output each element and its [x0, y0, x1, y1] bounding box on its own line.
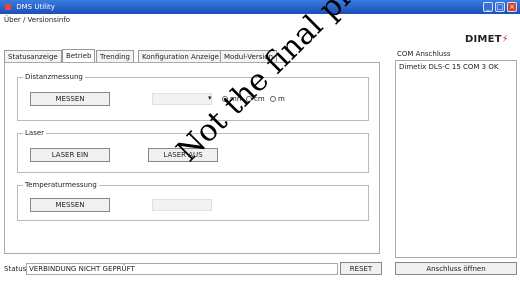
com-port-value: Dimetix DLS-C 15 COM 3 OK [399, 63, 499, 71]
minimize-button[interactable]: _ [483, 2, 493, 12]
status-label: Status [4, 265, 27, 273]
radio-m[interactable] [270, 96, 276, 102]
unit-radio-group: mm cm m [222, 95, 322, 104]
distance-group: Distanzmessung MESSEN ▾ mm cm m [17, 73, 369, 121]
com-label: COM Anschluss [397, 50, 451, 58]
menu-item-about[interactable]: Über / Versionsinfo [0, 16, 70, 24]
radio-m-label: m [278, 95, 285, 103]
title-bar: DMS Utility [0, 0, 520, 14]
radio-cm[interactable] [246, 96, 252, 102]
distance-value-field [152, 93, 212, 105]
radio-mm-label: mm [230, 95, 244, 103]
temperature-measure-button[interactable]: MESSEN [30, 198, 110, 212]
status-bar: Status VERBINDUNG NICHT GEPRÜFT RESET An… [0, 262, 520, 276]
temperature-group-title: Temperaturmessung [23, 181, 99, 189]
com-port-box[interactable]: Dimetix DLS-C 15 COM 3 OK [395, 60, 517, 258]
maximize-button[interactable]: □ [495, 2, 505, 12]
distance-measure-button[interactable]: MESSEN [30, 92, 110, 106]
radio-mm[interactable] [222, 96, 228, 102]
distance-group-title: Distanzmessung [23, 73, 85, 81]
chevron-down-icon[interactable]: ▾ [208, 94, 212, 102]
temperature-group: Temperaturmessung MESSEN [17, 181, 369, 221]
logo-text: DIMET [465, 34, 502, 45]
reset-button[interactable]: RESET [340, 262, 382, 275]
connect-button[interactable]: Anschluss öffnen [395, 262, 517, 275]
app-icon [5, 4, 11, 10]
betrieb-panel: Distanzmessung MESSEN ▾ mm cm m Laser LA… [4, 62, 380, 254]
menu-bar: Über / Versionsinfo [0, 14, 520, 26]
laser-group-title: Laser [23, 129, 47, 137]
laser-group: Laser LASER EIN LASER AUS [17, 129, 369, 173]
tab-betrieb[interactable]: Betrieb [62, 49, 96, 63]
close-button[interactable]: × [507, 2, 517, 12]
radio-cm-label: cm [254, 95, 265, 103]
company-logo: DIMET⚡ [465, 34, 509, 45]
logo-mark-icon: ⚡ [501, 34, 509, 45]
window-title: DMS Utility [16, 3, 55, 11]
laser-off-button[interactable]: LASER AUS [148, 148, 218, 162]
temperature-value-field [152, 199, 212, 211]
status-value-field: VERBINDUNG NICHT GEPRÜFT [26, 263, 338, 275]
laser-on-button[interactable]: LASER EIN [30, 148, 110, 162]
